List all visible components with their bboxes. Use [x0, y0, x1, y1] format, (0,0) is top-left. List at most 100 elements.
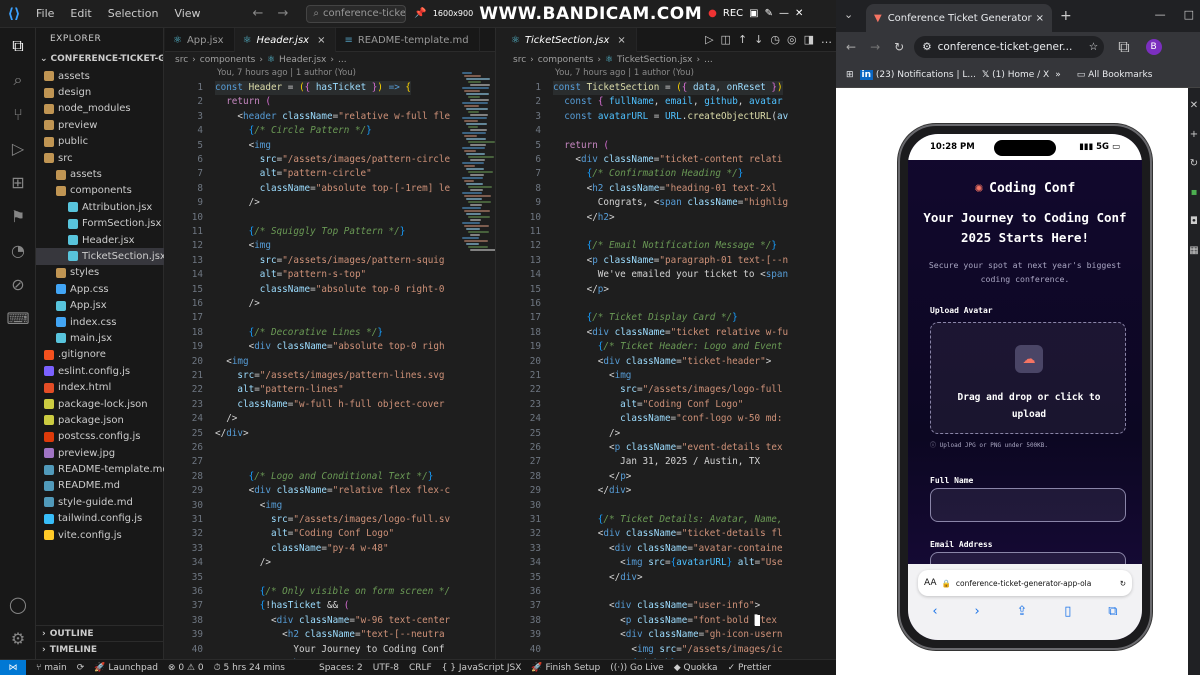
code-line[interactable]: Congrats, <span className="highlig — [553, 196, 788, 210]
file-item[interactable]: eslint.config.js — [36, 363, 164, 379]
file-item[interactable]: README-template.md — [36, 461, 164, 477]
code-line[interactable]: <h2 className="text-[--neutra — [215, 628, 444, 642]
file-item[interactable]: index.html — [36, 379, 164, 395]
breadcrumb-item[interactable]: components — [200, 55, 256, 65]
next-change-icon[interactable]: ↓ — [754, 33, 763, 46]
code-line[interactable]: {/* Logo and Conditional Text */} — [215, 470, 434, 484]
share-icon[interactable]: ⇪ — [1017, 604, 1028, 619]
tab-app-jsx[interactable]: ⚛ App.jsx — [165, 28, 235, 52]
run-debug-icon[interactable]: ▷ — [6, 136, 30, 160]
no-entry-icon[interactable]: ⊘ — [6, 272, 30, 296]
eol-indicator[interactable]: CRLF — [409, 663, 432, 673]
code-line[interactable]: const avatarURL = URL.createObjectURL(av — [553, 110, 788, 124]
grid-icon[interactable]: ▦ — [1189, 245, 1198, 256]
more-bookmarks[interactable]: » — [1055, 70, 1061, 80]
history-icon[interactable]: ◷ — [770, 33, 780, 46]
prettier-button[interactable]: ✓ Prettier — [728, 663, 772, 673]
all-bookmarks[interactable]: ▭ All Bookmarks — [1077, 70, 1153, 80]
code-line[interactable]: <p className="paragraph-01 text-[--n — [553, 254, 789, 268]
code-line[interactable]: /> — [215, 297, 260, 311]
file-item[interactable]: Attribution.jsx — [36, 199, 164, 215]
gear-icon[interactable]: ⚙ — [6, 626, 30, 650]
file-item[interactable]: App.css — [36, 281, 164, 297]
code-line[interactable]: {/* Decorative Lines */} — [215, 326, 383, 340]
safari-address-bar[interactable]: AA 🔒 conference-ticket-generator-app-ola… — [918, 570, 1132, 596]
tab-ticketsection-jsx[interactable]: ⚛ TicketSection.jsx × — [503, 28, 637, 52]
code-line[interactable]: We've emailed your ticket to <span — [553, 268, 788, 282]
file-item[interactable]: FormSection.jsx — [36, 216, 164, 232]
timeline-section[interactable]: › TIMELINE — [36, 641, 164, 657]
code-line[interactable]: </div> — [553, 571, 643, 585]
tab-readme-template[interactable]: ≡ README-template.md — [336, 28, 480, 52]
code-line[interactable]: const TicketSection = ({ data, onReset }… — [553, 81, 783, 96]
split-editor-icon[interactable]: ◨ — [804, 33, 814, 46]
extensions-icon[interactable]: ⧉ — [1118, 37, 1129, 57]
code-line[interactable]: {/* Confirmation Heading */} — [553, 167, 744, 181]
code-line[interactable]: <img — [215, 239, 271, 253]
source-control-icon[interactable]: ⑂ — [6, 102, 30, 126]
forward-icon[interactable]: › — [974, 604, 979, 619]
go-live-button[interactable]: ((·)) Go Live — [610, 663, 664, 673]
code-line[interactable]: src="/assets/images/pattern-squig — [215, 254, 445, 268]
code-line[interactable]: <img — [215, 139, 271, 153]
account-icon[interactable]: ◯ — [6, 592, 30, 616]
close-icon[interactable]: × — [1036, 13, 1044, 24]
folder-item[interactable]: styles — [36, 265, 164, 281]
code-line[interactable]: Your Journey to Coding Conf — [215, 643, 444, 657]
code-line[interactable]: className="absolute top-[-1rem] le — [215, 182, 450, 196]
folder-item[interactable]: assets — [36, 68, 164, 84]
minimize-icon[interactable]: — — [1155, 8, 1166, 21]
close-icon[interactable]: × — [617, 35, 625, 46]
add-icon[interactable]: + — [1190, 129, 1198, 140]
new-tab-icon[interactable]: + — [1060, 8, 1072, 24]
reader-aa-button[interactable]: AA — [924, 578, 937, 588]
code-line[interactable]: <div className="relative flex flex-c — [215, 484, 451, 498]
more-icon[interactable]: … — [821, 33, 832, 46]
maximize-icon[interactable]: □ — [1184, 8, 1194, 21]
code-line[interactable]: </p> — [553, 470, 631, 484]
menu-edit[interactable]: Edit — [62, 7, 99, 20]
bookmark-x[interactable]: 𝕏 (1) Home / X — [982, 70, 1049, 80]
wakatime-indicator[interactable]: ⏱ 5 hrs 24 mins — [214, 663, 285, 673]
explorer-root-folder[interactable]: ⌄ CONFERENCE-TICKET-GEN... — [36, 50, 163, 68]
file-item[interactable]: package-lock.json — [36, 396, 164, 412]
code-line[interactable]: <div className="ticket relative w-fu — [553, 326, 789, 340]
camera-icon[interactable]: ▣ — [749, 8, 758, 19]
code-line[interactable]: src="/assets/images/logo-full — [553, 383, 782, 397]
forward-arrow-icon[interactable]: → — [870, 40, 880, 54]
code-line[interactable]: {/* Circle Pattern */} — [215, 124, 372, 138]
code-line[interactable]: return ( — [215, 95, 271, 109]
code-line[interactable]: /> — [215, 556, 271, 570]
folder-item[interactable]: assets — [36, 166, 164, 182]
code-line[interactable]: {/* Ticket Display Card */} — [553, 311, 738, 325]
code-line[interactable]: {/* Email Notification Message */} — [553, 239, 777, 253]
file-item[interactable]: App.jsx — [36, 297, 164, 313]
code-line[interactable]: alt="pattern-lines" — [215, 383, 343, 397]
site-info-icon[interactable]: ⚙ — [922, 41, 931, 53]
problems-indicator[interactable]: ⊗ 0 ⚠ 0 — [168, 663, 204, 673]
indentation-indicator[interactable]: Spaces: 2 — [319, 663, 363, 673]
breadcrumb-item[interactable]: TicketSection.jsx — [617, 55, 692, 65]
code-line[interactable]: const Header = ({ hasTicket }) => { — [215, 81, 412, 96]
breadcrumb-item[interactable]: src — [513, 55, 526, 65]
remote-indicator-icon[interactable]: ⋈ — [0, 659, 26, 675]
star-icon[interactable]: ☆ — [1089, 41, 1098, 53]
code-line[interactable]: className="w-full h-full object-cover — [215, 398, 444, 412]
outline-section[interactable]: › OUTLINE — [36, 625, 164, 641]
pencil-icon[interactable]: ✎ — [765, 8, 773, 19]
bookmark-linkedin[interactable]: in (23) Notifications | L... — [859, 69, 976, 80]
code-line[interactable]: <div className="avatar-containe — [553, 542, 783, 556]
file-item[interactable]: style-guide.md — [36, 494, 164, 510]
code-line[interactable]: alt="pattern-circle" — [215, 167, 372, 181]
code-line[interactable]: <p className="event-details tex — [553, 441, 783, 455]
camera-icon[interactable]: ◘ — [1190, 216, 1198, 227]
folder-item[interactable]: src — [36, 150, 164, 166]
code-line[interactable]: alt="pattern-s-top" — [215, 268, 366, 282]
launchpad-button[interactable]: 🚀 Launchpad — [94, 663, 158, 673]
breadcrumb-item[interactable]: ... — [338, 55, 347, 65]
code-line[interactable]: <img — [215, 499, 282, 513]
code-line[interactable]: <h2 className="heading-01 text-2xl — [553, 182, 777, 196]
code-line[interactable]: const { fullName, email, github, avatar — [553, 95, 782, 109]
file-item[interactable]: preview.jpg — [36, 445, 164, 461]
menu-file[interactable]: File — [28, 7, 62, 20]
